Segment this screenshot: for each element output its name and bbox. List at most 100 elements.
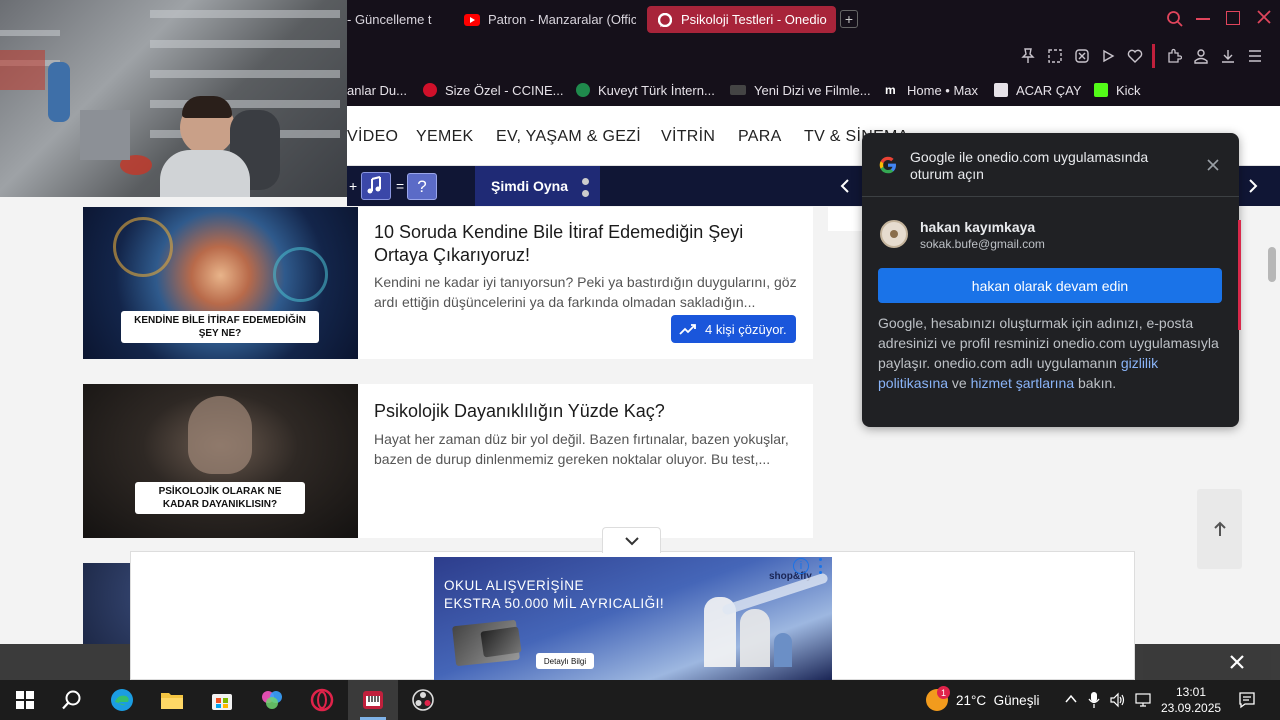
article-thumbnail[interactable]: PSİKOLOJİK OLARAK NE KADAR DAYANIKLISIN? (83, 384, 358, 538)
bookmark-label: anlar Du... (347, 82, 407, 98)
credit-card-image (480, 626, 522, 658)
time-text: 13:01 (1175, 685, 1207, 699)
file-explorer-icon[interactable] (160, 688, 184, 712)
article-card[interactable]: KENDİNE BİLE İTİRAF EDEMEDİĞİN ŞEY NE? 1… (83, 207, 813, 359)
consent-body: ve (948, 375, 971, 391)
bookmark-item[interactable]: Kuveyt Türk İntern... (576, 81, 715, 99)
new-tab-button[interactable]: + (840, 10, 858, 28)
network-icon[interactable] (1134, 692, 1152, 708)
ad-more-icon[interactable] (817, 558, 823, 574)
tab-label: Patron - Manzaralar (Offic (488, 12, 636, 27)
notification-badge: 1 (937, 686, 950, 699)
consent-text: Google, hesabınızı oluşturmak için adını… (878, 313, 1223, 393)
tab-patron-manzaralar[interactable]: Patron - Manzaralar (Offic (464, 6, 636, 33)
search-tabs-icon[interactable] (1166, 10, 1184, 28)
page-icon (994, 83, 1008, 97)
speaker-icon[interactable] (1110, 692, 1126, 708)
article-thumbnail[interactable]: KENDİNE BİLE İTİRAF EDEMEDİĞİN ŞEY NE? (83, 207, 358, 359)
ad-cta-button[interactable]: Detaylı Bilgi (536, 653, 594, 669)
decorative-swirl (113, 217, 173, 277)
nav-item-para[interactable]: PARA (738, 128, 782, 146)
chevron-left-icon[interactable] (837, 177, 853, 195)
screenshot-icon[interactable] (1045, 46, 1065, 66)
back-to-top-button[interactable] (1197, 489, 1242, 569)
obs-icon[interactable] (411, 688, 435, 712)
extensions-icon[interactable] (1164, 46, 1184, 66)
chevron-up-icon[interactable] (1064, 692, 1078, 706)
ad-banner[interactable]: OKUL ALIŞVERİŞİNE EKSTRA 50.000 MİL AYRI… (434, 557, 832, 680)
bookmark-item[interactable]: Size Özel - CCINE... (423, 81, 563, 99)
minimize-icon[interactable] (1196, 18, 1210, 20)
weather-text[interactable]: 21°C Güneşli (956, 693, 1039, 708)
article-title[interactable]: 10 Soruda Kendine Bile İtiraf Edemediğin… (374, 221, 794, 267)
bookmark-label: Home • Max (907, 82, 979, 98)
nav-item-vitrin[interactable]: VİTRİN (661, 128, 715, 146)
play-now-button[interactable]: Şimdi Oyna (475, 166, 600, 206)
continue-button[interactable]: hakan olarak devam edin (878, 268, 1222, 303)
carousel-dot[interactable] (582, 190, 589, 197)
solving-count-badge: 4 kişi çözüyor. (671, 315, 796, 343)
piano-app-icon[interactable] (361, 688, 385, 712)
search-icon[interactable] (60, 688, 84, 712)
max-icon: m (885, 83, 896, 97)
avatar (880, 220, 908, 248)
tab-guncelleme[interactable]: - Güncelleme t (347, 6, 442, 33)
chevron-down-icon (624, 536, 640, 546)
ccine-icon (423, 83, 437, 97)
tab-psikoloji-testleri[interactable]: Psikoloji Testleri - Onedio (647, 6, 836, 33)
bookmark-label: Kick (1116, 82, 1141, 98)
chevron-right-icon[interactable] (1245, 177, 1261, 195)
article-title[interactable]: Psikolojik Dayanıklılığın Yüzde Kaç? (374, 400, 794, 423)
play-icon[interactable] (1098, 46, 1118, 66)
collapse-ad-button[interactable] (602, 527, 661, 553)
ad-info-icon[interactable]: i (793, 558, 809, 574)
edge-icon[interactable] (110, 688, 134, 712)
popup-divider (862, 196, 1239, 197)
bookmark-label: ACAR ÇAY (1016, 82, 1082, 98)
menu-icon[interactable] (1245, 46, 1265, 66)
bookmark-item[interactable]: anlar Du... (347, 81, 407, 99)
windows-start-icon[interactable] (13, 688, 37, 712)
bookmark-item[interactable]: m Home • Max (885, 81, 978, 99)
restore-icon[interactable] (1226, 11, 1240, 25)
opera-gx-icon[interactable] (310, 688, 334, 712)
ad-container: OKUL ALIŞVERİŞİNE EKSTRA 50.000 MİL AYRI… (130, 551, 1135, 680)
heart-icon[interactable] (1125, 46, 1145, 66)
carousel-dot[interactable] (582, 178, 589, 185)
ad-person (740, 609, 770, 667)
terms-of-service-link[interactable]: hizmet şartlarına (971, 375, 1074, 391)
close-window-icon[interactable] (1255, 8, 1273, 26)
bookmark-item[interactable]: Yeni Dizi ve Filmle... (730, 81, 871, 99)
store-icon[interactable] (210, 688, 234, 712)
pin-icon[interactable] (1018, 46, 1038, 66)
person-silhouette (188, 396, 252, 474)
arrow-up-icon (1212, 520, 1228, 538)
tab-label: - Güncelleme t (347, 12, 432, 27)
google-signin-popup: Google ile onedio.com uygulamasında otur… (862, 133, 1239, 427)
bookmark-item[interactable]: ACAR ÇAY (994, 81, 1082, 99)
nav-item-yemek[interactable]: YEMEK (416, 128, 474, 146)
close-icon[interactable] (1205, 157, 1221, 173)
close-ad-icon[interactable] (1229, 654, 1245, 670)
microphone-icon[interactable] (1088, 691, 1100, 709)
nav-item-video[interactable]: VİDEO (347, 128, 398, 146)
shield-icon[interactable] (1072, 46, 1092, 66)
ad-headline: OKUL ALIŞVERİŞİNE EKSTRA 50.000 MİL AYRI… (444, 577, 664, 613)
nav-item-ev-yasam-gezi[interactable]: EV, YAŞAM & GEZİ (496, 128, 641, 146)
user-email: sokak.bufe@gmail.com (920, 237, 1045, 251)
sidebar-accent (1238, 220, 1241, 330)
ad-person (774, 633, 792, 667)
article-card[interactable]: PSİKOLOJİK OLARAK NE KADAR DAYANIKLISIN?… (83, 384, 813, 538)
bookmark-item[interactable]: Kick (1094, 81, 1141, 99)
clock[interactable]: 13:01 23.09.2025 (1161, 684, 1221, 716)
notifications-icon[interactable] (1238, 691, 1256, 709)
m365-icon[interactable] (260, 688, 284, 712)
music-icon (361, 172, 391, 200)
webcam-overlay (0, 0, 347, 197)
account-icon[interactable] (1191, 46, 1211, 66)
download-icon[interactable] (1218, 46, 1238, 66)
weather-icon[interactable]: 1 (926, 686, 950, 711)
toolbar-divider (1152, 44, 1155, 68)
thumbnail-caption: PSİKOLOJİK OLARAK NE KADAR DAYANIKLISIN? (135, 482, 305, 514)
scrollbar-thumb[interactable] (1268, 247, 1276, 282)
